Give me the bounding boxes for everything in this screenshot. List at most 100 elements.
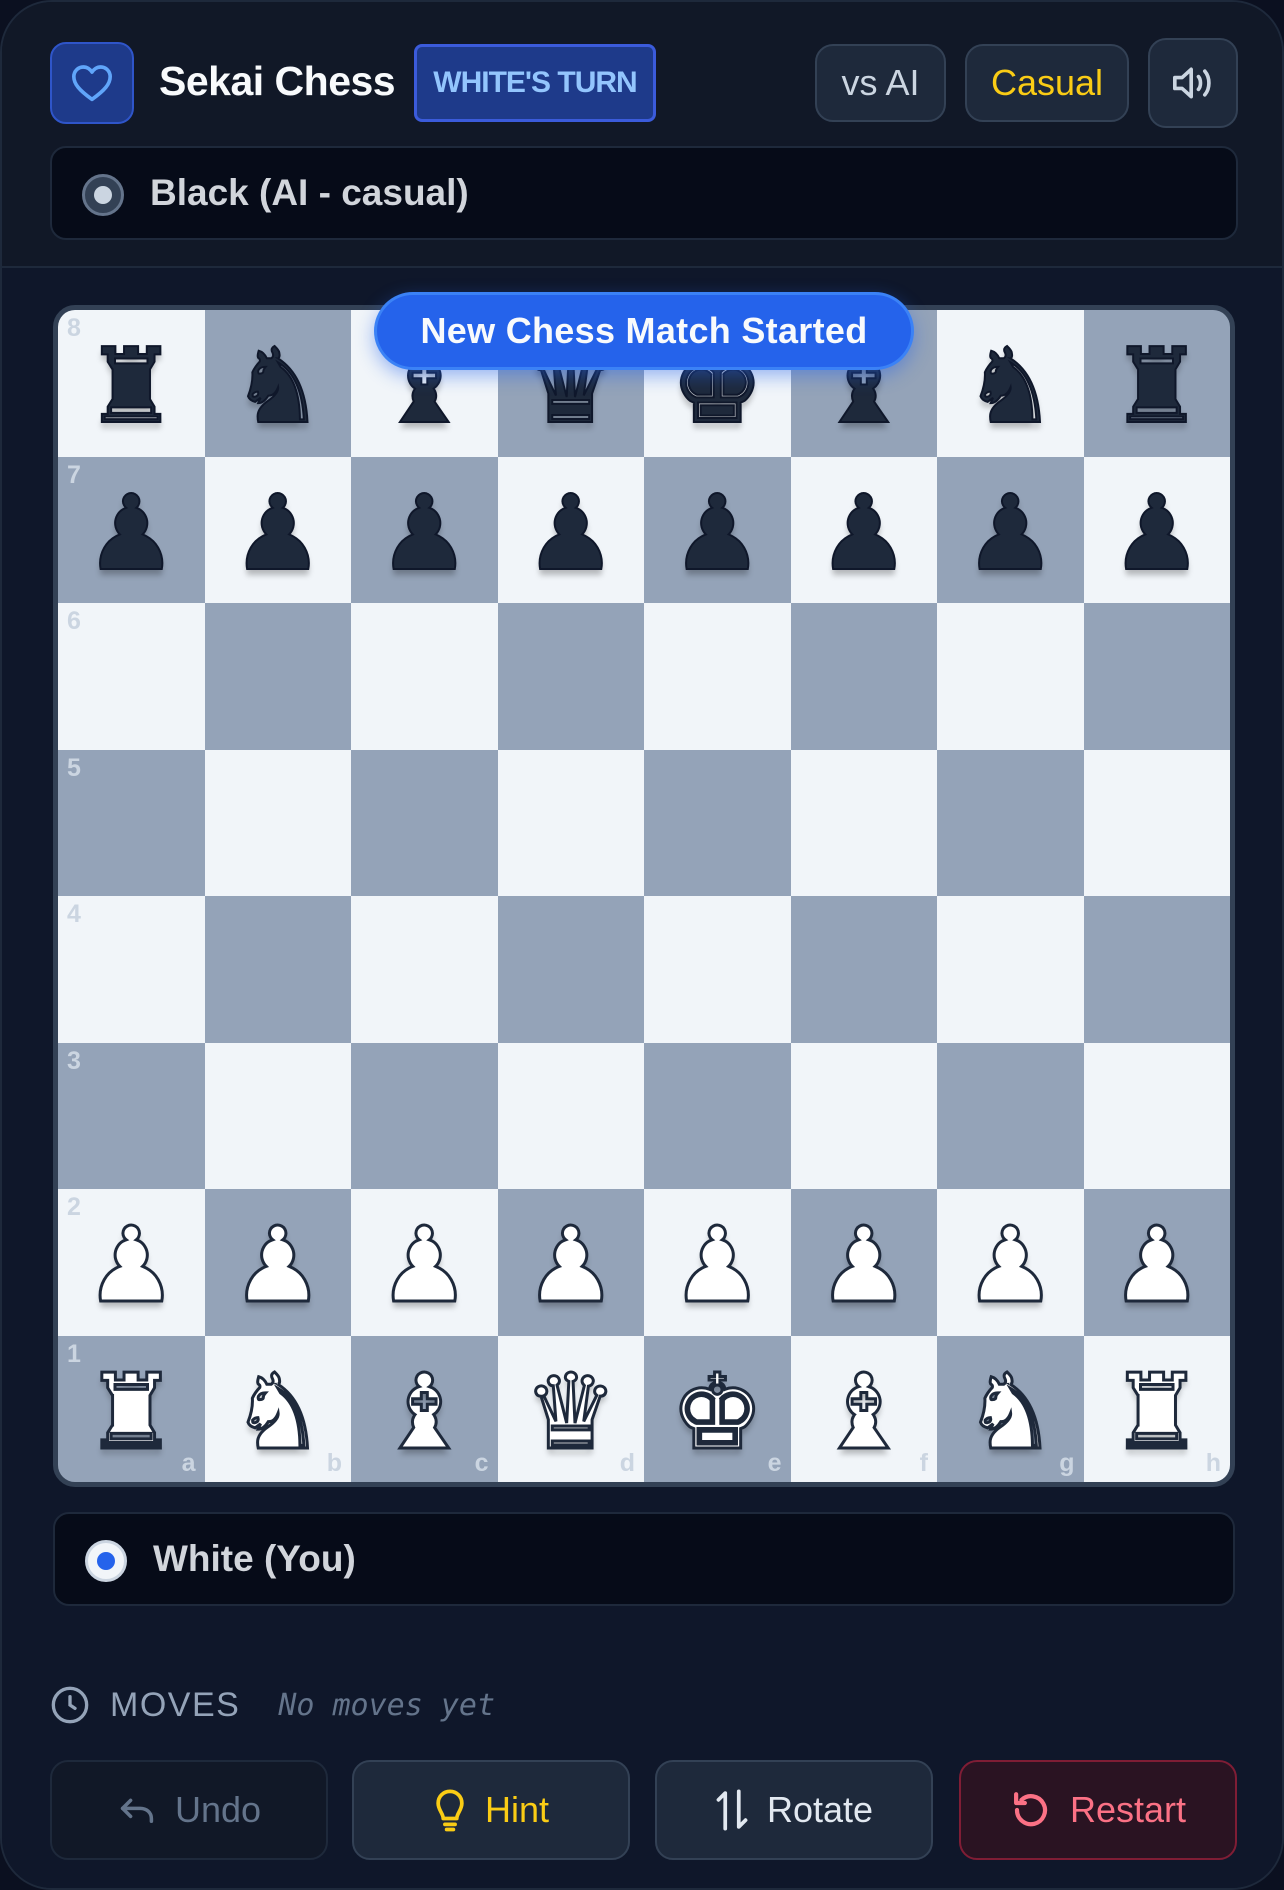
white-pawn-piece[interactable]: ♟ xyxy=(83,1212,179,1319)
square-c7[interactable]: ♟ xyxy=(351,456,498,603)
white-knight-piece[interactable]: ♞ xyxy=(230,1358,326,1465)
square-f4[interactable] xyxy=(790,896,937,1043)
white-pawn-piece[interactable]: ♟ xyxy=(962,1212,1058,1319)
black-pawn-piece[interactable]: ♟ xyxy=(816,480,911,586)
white-bishop-piece[interactable]: ♝ xyxy=(816,1358,912,1465)
square-b2[interactable]: ♟ xyxy=(204,1189,351,1336)
square-g1[interactable]: g ♞ xyxy=(937,1335,1084,1482)
undo-button[interactable]: Undo xyxy=(50,1760,328,1860)
square-g8[interactable]: ♞ xyxy=(937,310,1084,457)
square-d1[interactable]: d ♛ xyxy=(497,1335,644,1482)
white-pawn-piece[interactable]: ♟ xyxy=(230,1212,326,1319)
square-g4[interactable] xyxy=(937,896,1084,1043)
square-a8[interactable]: 8 ♜ xyxy=(58,310,205,457)
square-a4[interactable]: 4 xyxy=(58,896,205,1043)
square-a1[interactable]: 1 a ♜ xyxy=(58,1335,205,1482)
white-pawn-piece[interactable]: ♟ xyxy=(1109,1212,1205,1319)
square-d7[interactable]: ♟ xyxy=(497,456,644,603)
square-h7[interactable]: ♟ xyxy=(1083,456,1230,603)
restart-button[interactable]: Restart xyxy=(959,1760,1237,1860)
square-b8[interactable]: ♞ xyxy=(204,310,351,457)
square-f7[interactable]: ♟ xyxy=(790,456,937,603)
black-pawn-piece[interactable]: ♟ xyxy=(1109,480,1204,586)
square-c3[interactable] xyxy=(351,1042,498,1189)
black-pawn-piece[interactable]: ♟ xyxy=(230,480,325,586)
square-c5[interactable] xyxy=(351,749,498,896)
square-d3[interactable] xyxy=(497,1042,644,1189)
square-e5[interactable] xyxy=(644,749,791,896)
square-c2[interactable]: ♟ xyxy=(351,1189,498,1336)
square-a3[interactable]: 3 xyxy=(58,1042,205,1189)
square-g5[interactable] xyxy=(937,749,1084,896)
black-rook-piece[interactable]: ♜ xyxy=(1109,333,1204,439)
square-g3[interactable] xyxy=(937,1042,1084,1189)
square-h2[interactable]: ♟ xyxy=(1083,1189,1230,1336)
difficulty-button[interactable]: Casual xyxy=(965,44,1129,122)
white-knight-piece[interactable]: ♞ xyxy=(962,1358,1058,1465)
square-d4[interactable] xyxy=(497,896,644,1043)
square-b5[interactable] xyxy=(204,749,351,896)
square-h5[interactable] xyxy=(1083,749,1230,896)
white-king-piece[interactable]: ♚ xyxy=(669,1358,765,1465)
square-h4[interactable] xyxy=(1083,896,1230,1043)
player-bar: White (You) xyxy=(53,1512,1235,1606)
square-e2[interactable]: ♟ xyxy=(644,1189,791,1336)
square-f1[interactable]: f ♝ xyxy=(790,1335,937,1482)
square-e7[interactable]: ♟ xyxy=(644,456,791,603)
white-rook-piece[interactable]: ♜ xyxy=(83,1358,179,1465)
black-pawn-piece[interactable]: ♟ xyxy=(963,480,1058,586)
favorite-button[interactable] xyxy=(50,42,134,124)
white-pawn-piece[interactable]: ♟ xyxy=(523,1212,619,1319)
square-e6[interactable] xyxy=(644,603,791,750)
square-f6[interactable] xyxy=(790,603,937,750)
white-queen-piece[interactable]: ♛ xyxy=(523,1358,619,1465)
white-rook-piece[interactable]: ♜ xyxy=(1109,1358,1205,1465)
square-h1[interactable]: h ♜ xyxy=(1083,1335,1230,1482)
white-pawn-piece[interactable]: ♟ xyxy=(376,1212,472,1319)
mode-button[interactable]: vs AI xyxy=(815,44,946,122)
square-b1[interactable]: b ♞ xyxy=(204,1335,351,1482)
app-title: Sekai Chess xyxy=(159,58,396,104)
square-c1[interactable]: c ♝ xyxy=(351,1335,498,1482)
square-d5[interactable] xyxy=(497,749,644,896)
square-f2[interactable]: ♟ xyxy=(790,1189,937,1336)
square-d6[interactable] xyxy=(497,603,644,750)
square-b4[interactable] xyxy=(204,896,351,1043)
square-h8[interactable]: ♜ xyxy=(1083,310,1230,457)
square-a2[interactable]: 2 ♟ xyxy=(58,1189,205,1336)
black-pawn-piece[interactable]: ♟ xyxy=(670,480,765,586)
white-pawn-piece[interactable]: ♟ xyxy=(669,1212,765,1319)
square-c6[interactable] xyxy=(351,603,498,750)
square-h6[interactable] xyxy=(1083,603,1230,750)
square-f3[interactable] xyxy=(790,1042,937,1189)
black-pawn-piece[interactable]: ♟ xyxy=(84,480,179,586)
square-h3[interactable] xyxy=(1083,1042,1230,1189)
square-g2[interactable]: ♟ xyxy=(937,1189,1084,1336)
square-e4[interactable] xyxy=(644,896,791,1043)
square-a7[interactable]: 7 ♟ xyxy=(58,456,205,603)
black-pawn-piece[interactable]: ♟ xyxy=(377,480,472,586)
black-pawn-piece[interactable]: ♟ xyxy=(523,480,618,586)
square-a6[interactable]: 6 xyxy=(58,603,205,750)
square-e3[interactable] xyxy=(644,1042,791,1189)
square-b7[interactable]: ♟ xyxy=(204,456,351,603)
black-knight-piece[interactable]: ♞ xyxy=(230,333,325,439)
white-bishop-piece[interactable]: ♝ xyxy=(376,1358,472,1465)
square-b6[interactable] xyxy=(204,603,351,750)
hint-button[interactable]: Hint xyxy=(352,1760,630,1860)
black-rook-piece[interactable]: ♜ xyxy=(84,333,179,439)
square-a5[interactable]: 5 xyxy=(58,749,205,896)
square-d2[interactable]: ♟ xyxy=(497,1189,644,1336)
white-pawn-piece[interactable]: ♟ xyxy=(816,1212,912,1319)
file-label: h xyxy=(1205,1449,1221,1477)
black-knight-piece[interactable]: ♞ xyxy=(963,333,1058,439)
sound-button[interactable] xyxy=(1148,38,1238,128)
square-g7[interactable]: ♟ xyxy=(937,456,1084,603)
square-g6[interactable] xyxy=(937,603,1084,750)
square-e1[interactable]: e ♚ xyxy=(644,1335,791,1482)
chess-board[interactable]: 8 ♜ ♞ ♝ ♛ ♚ ♝ ♞ ♜ 7 ♟ ♟ ♟ ♟ ♟ ♟ ♟ ♟ 6 5 4 3 2 ♟ ♟ ♟ ♟ ♟ ♟ ♟ ♟ 1 a ♜ b ♞ c ♝ d ♛… xyxy=(58,310,1230,1482)
rotate-button[interactable]: Rotate xyxy=(655,1760,933,1860)
square-c4[interactable] xyxy=(351,896,498,1043)
square-b3[interactable] xyxy=(204,1042,351,1189)
square-f5[interactable] xyxy=(790,749,937,896)
